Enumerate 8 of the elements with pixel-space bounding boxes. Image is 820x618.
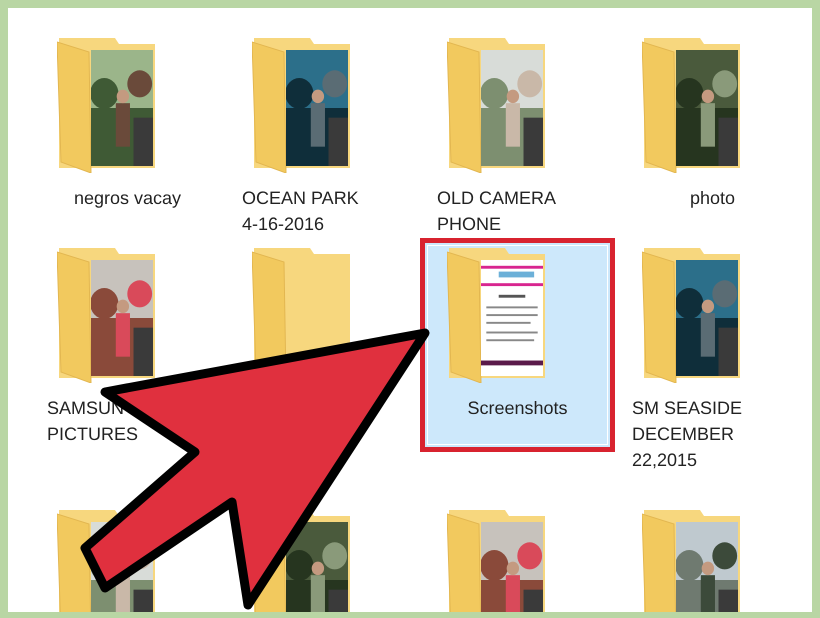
- folder-name: SM SEASIDE DECEMBER 22,2015: [632, 397, 742, 472]
- folder-name: OLD CAMERA PHONE: [437, 187, 556, 236]
- folder-name: SAMSUN PICTURES: [47, 397, 138, 446]
- folder-name: negros vacay: [74, 187, 182, 210]
- folder-name: Screenshots: [467, 397, 568, 420]
- folder-name: OCEAN PARK 4-16-2016: [242, 187, 359, 236]
- folder-name: photo: [690, 187, 736, 210]
- selected-folder-tile[interactable]: Screenshots: [420, 238, 615, 452]
